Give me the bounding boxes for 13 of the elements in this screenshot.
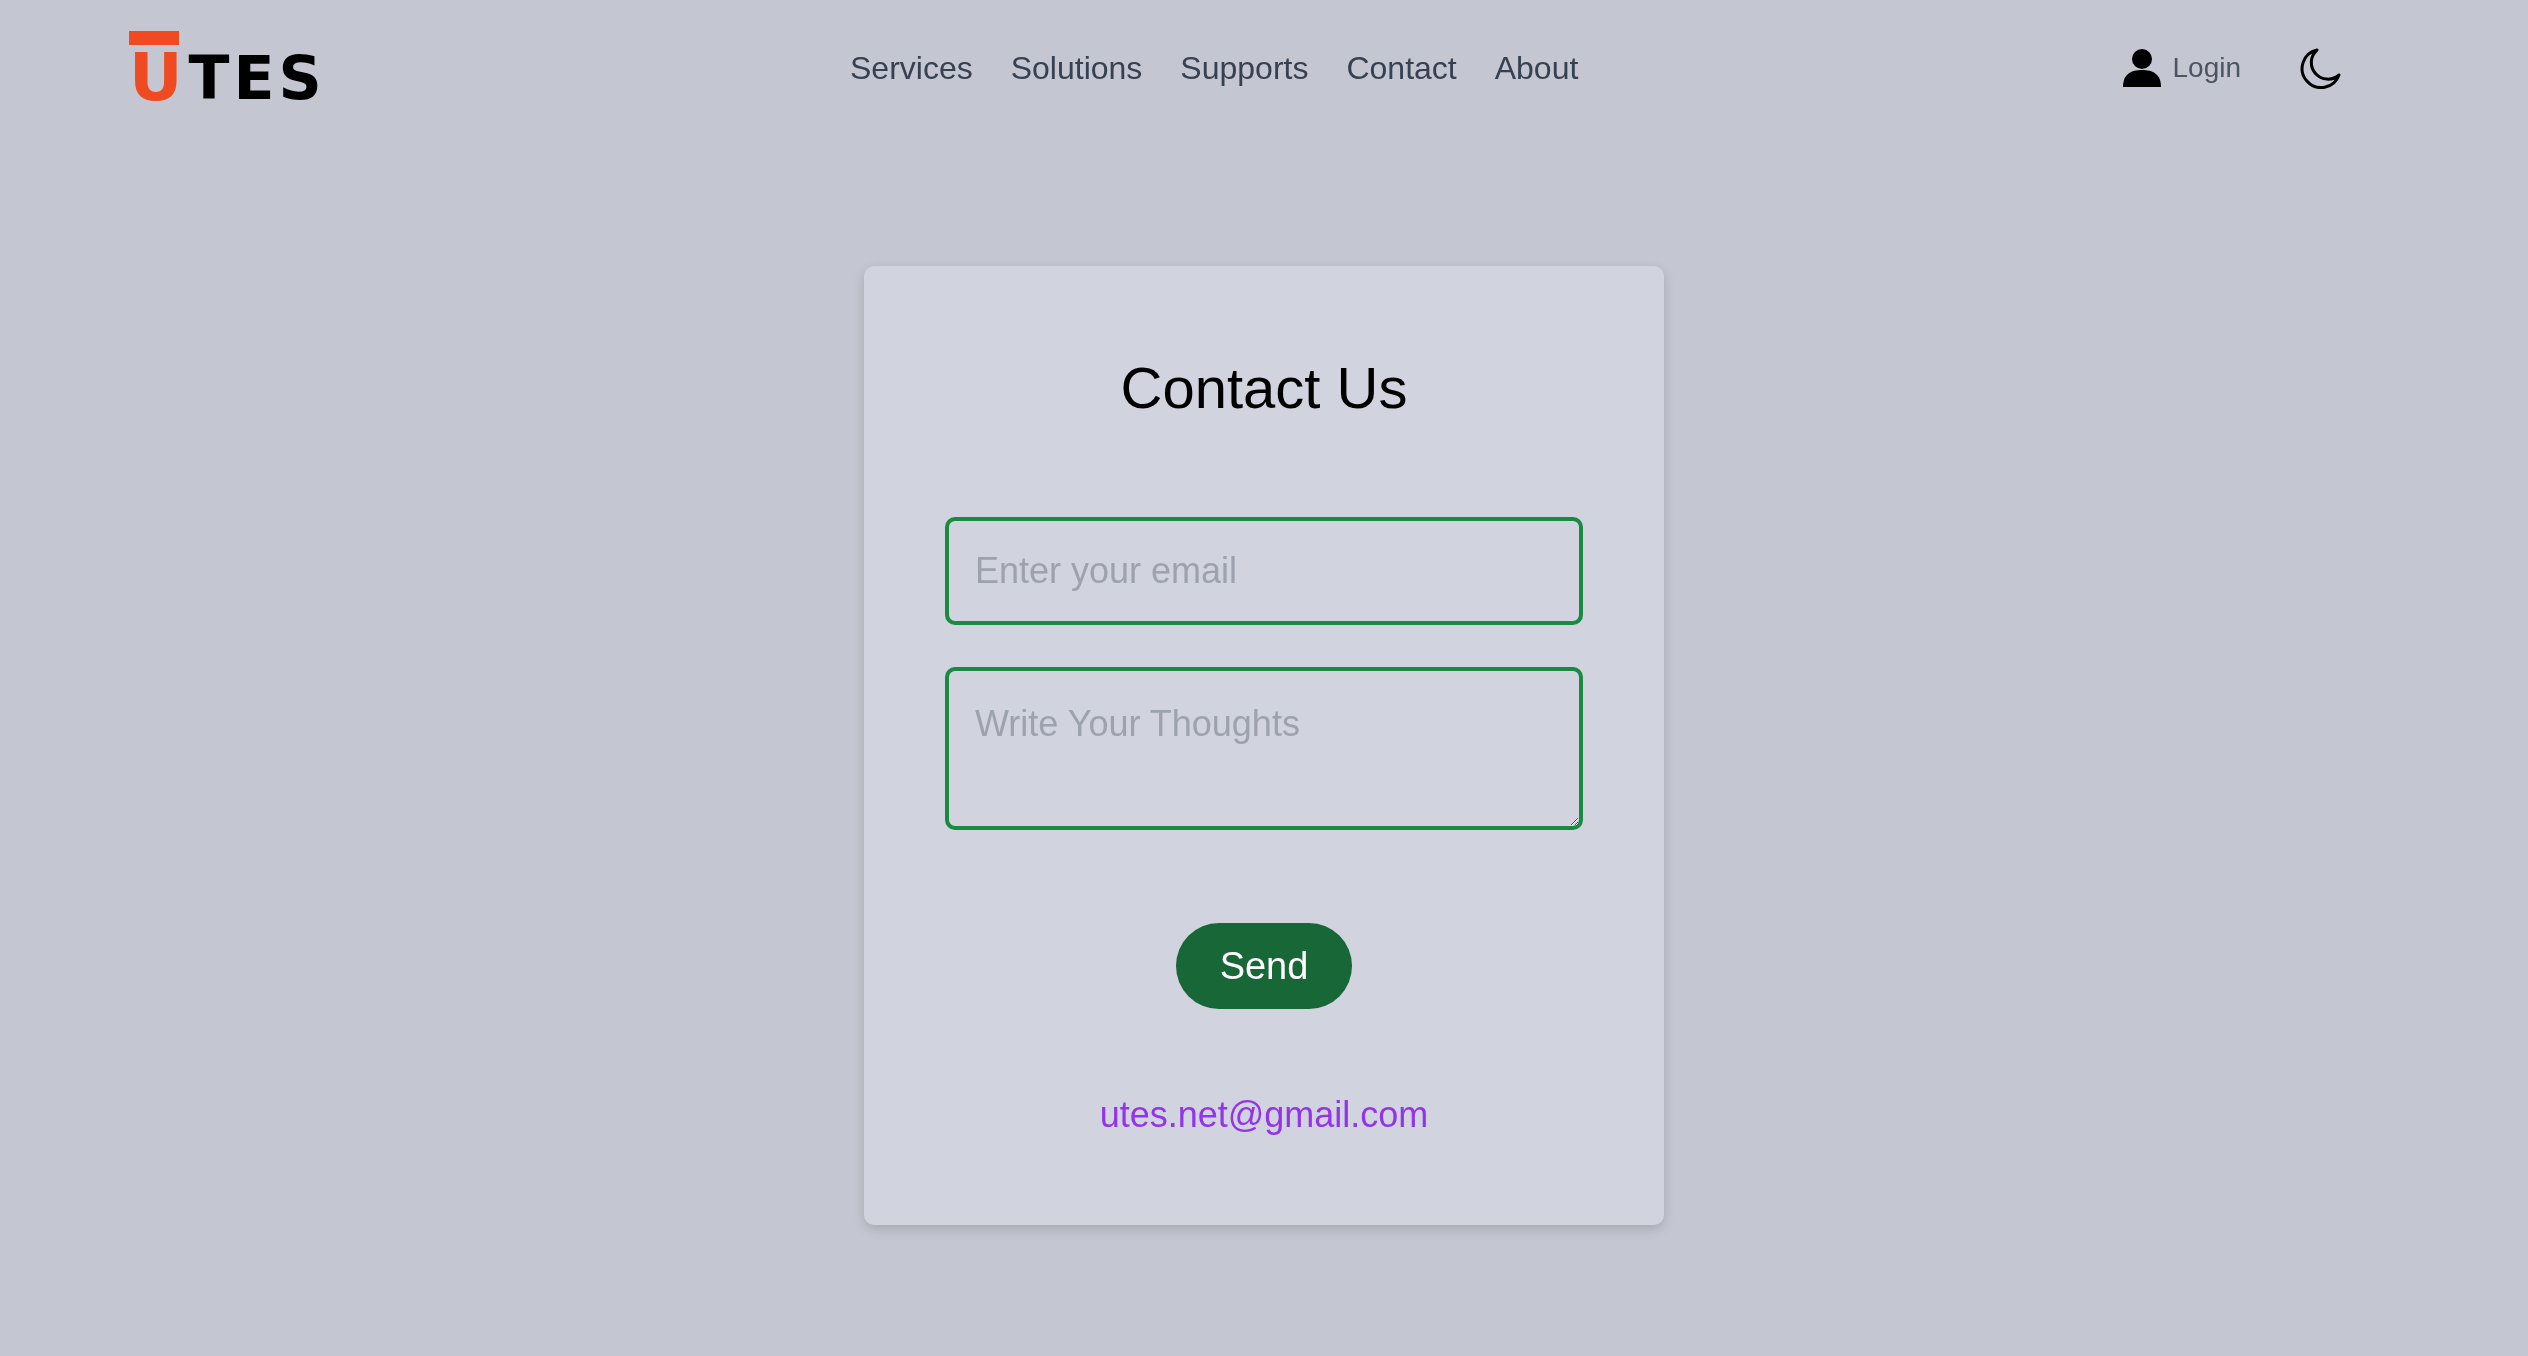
send-button[interactable]: Send — [1176, 923, 1352, 1009]
form-title: Contact Us — [1120, 354, 1408, 422]
nav-link[interactable]: About — [1494, 44, 1579, 92]
login-button[interactable]: Login — [2122, 47, 2241, 89]
nav-link[interactable]: Solutions — [1010, 44, 1143, 92]
logo[interactable]: UTES — [129, 31, 345, 105]
email-link[interactable]: utes.net@gmail.com — [1099, 1094, 1429, 1136]
nav-link[interactable]: Services — [850, 44, 973, 92]
dark-mode-toggle[interactable] — [2299, 46, 2343, 90]
nav-link[interactable]: Contact — [1346, 44, 1457, 92]
user-icon — [2122, 48, 2163, 88]
moon-icon — [2300, 47, 2342, 89]
nav-link[interactable]: Supports — [1180, 44, 1309, 92]
